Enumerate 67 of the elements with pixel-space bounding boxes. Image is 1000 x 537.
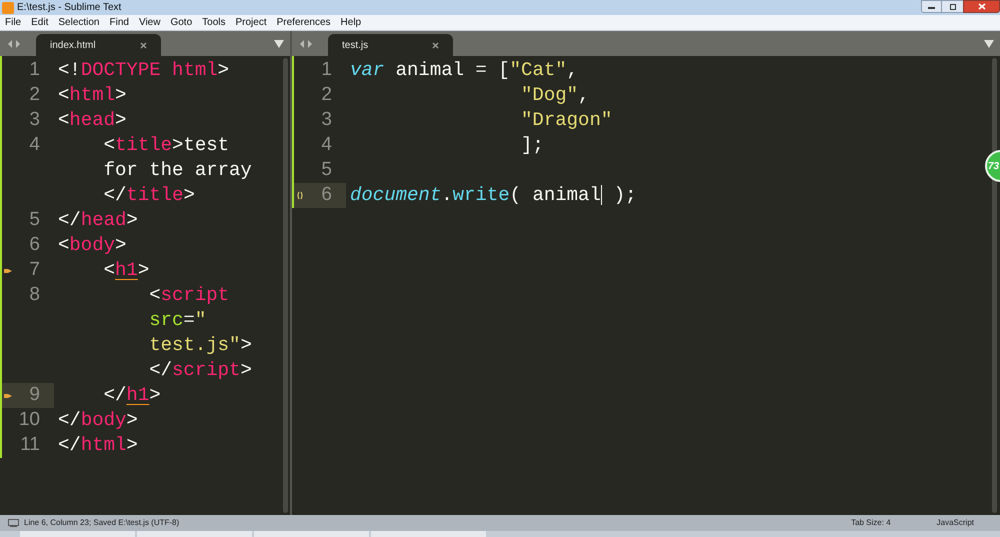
code-line: <!DOCTYPE html> <box>57 58 230 84</box>
code-line: "Dog", <box>520 83 590 108</box>
code-line: for the array <box>102 158 252 184</box>
code-line: <script <box>148 283 230 308</box>
menu-item[interactable]: Goto <box>170 15 192 30</box>
code-line: src=" <box>148 308 206 334</box>
scrollbar[interactable] <box>283 58 288 513</box>
code-line: <h1> <box>102 258 150 284</box>
menu-item[interactable]: Preferences <box>276 15 331 30</box>
code-line: document.write( animal ); <box>349 183 637 208</box>
close-button[interactable] <box>963 0 1000 13</box>
syntax-mode[interactable]: JavaScript <box>936 517 974 529</box>
code-line: </head> <box>57 208 138 234</box>
line-number: 7 <box>29 258 40 282</box>
minimize-button[interactable] <box>921 0 942 13</box>
code-line: "Dragon" <box>520 108 612 134</box>
maximize-button[interactable] <box>942 0 963 13</box>
line-number: 5 <box>321 158 332 182</box>
code-line: </h1> <box>102 383 161 408</box>
code-line: <html> <box>57 83 126 108</box>
code-line: </html> <box>57 433 138 458</box>
code-line: </script> <box>148 358 252 384</box>
code-line: test.js"> <box>148 333 252 358</box>
menu-item[interactable]: Tools <box>202 15 226 30</box>
close-icon <box>978 3 986 10</box>
tab-size[interactable]: Tab Size: 4 <box>851 517 891 529</box>
line-number: 6 <box>29 233 40 258</box>
menu-item[interactable]: Edit <box>31 15 48 30</box>
line-number: 11 <box>20 433 40 458</box>
close-icon[interactable] <box>432 42 439 48</box>
code-line: </title> <box>102 183 195 208</box>
file-tab[interactable]: index.html <box>36 34 161 56</box>
menu-item[interactable]: View <box>138 15 160 30</box>
line-number: 5 <box>29 208 40 232</box>
line-number: 3 <box>29 108 40 132</box>
menu-item[interactable]: Help <box>340 15 362 30</box>
code-line: <body> <box>57 233 126 258</box>
line-number: 8 <box>29 283 40 308</box>
tab-scroll-arrows-icon[interactable] <box>7 38 21 48</box>
line-number: 1 <box>29 58 40 82</box>
line-number: 3 <box>321 108 332 132</box>
line-number: 2 <box>29 83 40 108</box>
line-number: 10 <box>18 408 40 432</box>
line-number: 9 <box>29 383 40 408</box>
line-number: 1 <box>321 58 332 82</box>
file-tab[interactable]: test.js <box>328 34 453 56</box>
app-icon <box>2 2 14 14</box>
line-number: 4 <box>29 133 40 158</box>
dropdown-icon[interactable] <box>274 40 284 48</box>
code-line: var animal = ["Cat", <box>349 58 578 84</box>
status-text: Line 6, Column 23; Saved E:\test.js (UTF-8) <box>24 517 180 529</box>
line-number: 2 <box>321 83 332 108</box>
code-line: </body> <box>57 408 138 434</box>
menu-item[interactable]: Selection <box>58 15 100 30</box>
window-title: E:\test.js - Sublime Text <box>17 1 122 15</box>
console-icon[interactable] <box>8 519 19 527</box>
code-line: <title>test <box>102 133 230 158</box>
code-line: ]; <box>520 133 544 158</box>
menu-item[interactable]: File <box>5 15 22 30</box>
line-number: 6 <box>321 183 332 208</box>
menu-item[interactable]: Project <box>236 15 267 30</box>
line-number: 4 <box>321 133 332 158</box>
tab-scroll-arrows-icon[interactable] <box>299 38 313 48</box>
menu-item[interactable]: Find <box>110 15 129 30</box>
close-icon[interactable] <box>140 42 147 48</box>
dropdown-icon[interactable] <box>984 40 994 48</box>
code-line: <head> <box>57 108 126 134</box>
